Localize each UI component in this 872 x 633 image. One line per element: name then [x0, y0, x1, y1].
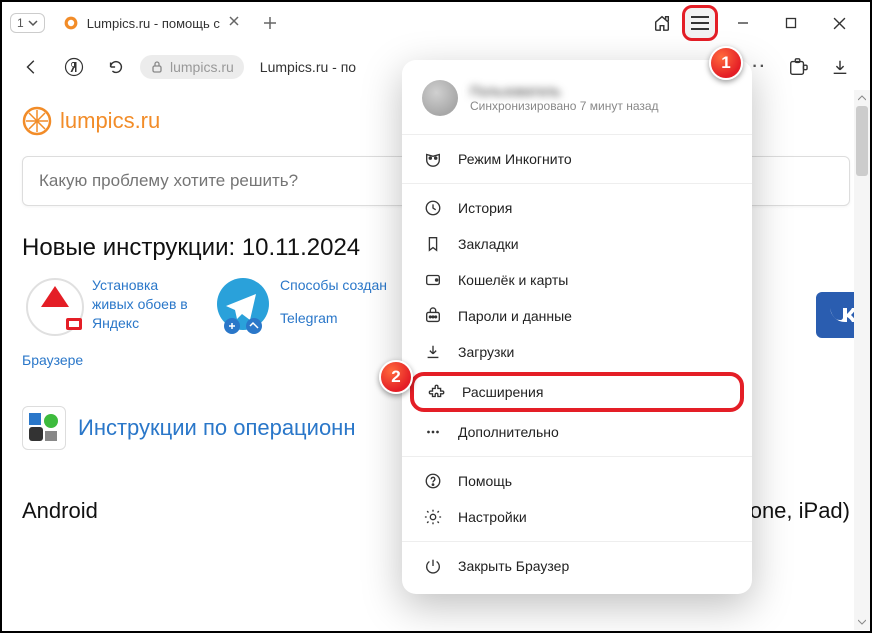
divider: [402, 541, 752, 542]
divider: [402, 183, 752, 184]
article-link-extra[interactable]: Telegram: [280, 309, 387, 328]
clock-icon: [424, 199, 442, 217]
main-menu-panel: Пользователь Синхронизировано 7 минут на…: [402, 60, 752, 594]
site-identity[interactable]: lumpics.ru: [140, 55, 244, 79]
menu-item-label: Закладки: [458, 236, 519, 252]
sidebar-toggle-button[interactable]: [644, 5, 680, 41]
orange-favicon-icon: [63, 15, 79, 31]
close-window-button[interactable]: [816, 5, 862, 41]
new-tab-button[interactable]: [256, 9, 284, 37]
callout-badge-2: 2: [379, 360, 413, 394]
wallet-icon: [424, 271, 442, 289]
menu-settings[interactable]: Настройки: [402, 499, 752, 535]
platform-android[interactable]: Android: [22, 498, 98, 524]
scroll-thumb[interactable]: [856, 106, 868, 176]
tab-count-number: 1: [17, 16, 24, 30]
menu-extensions[interactable]: Расширения: [410, 372, 744, 412]
help-icon: [424, 472, 442, 490]
key-icon: [424, 307, 442, 325]
hamburger-icon: [691, 22, 709, 24]
divider: [402, 134, 752, 135]
menu-wallet[interactable]: Кошелёк и карты: [402, 262, 752, 298]
scroll-up-icon[interactable]: [858, 94, 866, 102]
tab-title: Lumpics.ru - помощь с: [87, 16, 220, 31]
menu-help[interactable]: Помощь: [402, 463, 752, 499]
extensions-button[interactable]: [780, 49, 816, 85]
logo-text: lumpics.ru: [60, 108, 160, 134]
downloads-button[interactable]: [822, 49, 858, 85]
menu-more[interactable]: Дополнительно: [402, 414, 752, 450]
menu-passwords[interactable]: Пароли и данные: [402, 298, 752, 334]
tab-bar: 1 Lumpics.ru - помощь с: [2, 2, 870, 44]
menu-item-label: Кошелёк и карты: [458, 272, 568, 288]
lock-icon: [150, 60, 164, 74]
menu-item-label: Расширения: [462, 384, 543, 400]
article-link[interactable]: Способы создан: [280, 276, 387, 295]
os-instructions-link[interactable]: Инструкции по операционн: [78, 415, 355, 441]
power-icon: [424, 557, 442, 575]
maximize-button[interactable]: [768, 5, 814, 41]
menu-history[interactable]: История: [402, 190, 752, 226]
main-menu-button[interactable]: [682, 5, 718, 41]
mask-icon: [424, 150, 442, 168]
menu-item-label: Пароли и данные: [458, 308, 572, 324]
menu-bookmarks[interactable]: Закладки: [402, 226, 752, 262]
callout-badge-1: 1: [709, 46, 743, 80]
active-tab[interactable]: Lumpics.ru - помощь с: [53, 6, 250, 40]
dots-icon: [424, 423, 442, 441]
sync-status: Синхронизировано 7 минут назад: [470, 99, 659, 113]
menu-item-label: Закрыть Браузер: [458, 558, 569, 574]
menu-item-label: Режим Инкогнито: [458, 151, 572, 167]
article-card: Способы создан Telegram: [210, 276, 387, 338]
url-page-title: Lumpics.ru - по: [260, 59, 356, 75]
tab-count[interactable]: 1: [10, 13, 45, 33]
minimize-button[interactable]: [720, 5, 766, 41]
menu-item-label: История: [458, 200, 512, 216]
yandex-button[interactable]: [56, 49, 92, 85]
telegram-icon: [210, 276, 276, 338]
menu-item-label: Настройки: [458, 509, 527, 525]
gear-icon: [424, 508, 442, 526]
reload-button[interactable]: [98, 49, 134, 85]
menu-incognito[interactable]: Режим Инкогнито: [402, 141, 752, 177]
article-card: Установка живых обоев в Яндекс: [22, 276, 202, 338]
puzzle-icon: [428, 383, 446, 401]
menu-item-label: Дополнительно: [458, 424, 559, 440]
menu-quit[interactable]: Закрыть Браузер: [402, 548, 752, 584]
menu-item-label: Помощь: [458, 473, 512, 489]
os-multi-icon: [22, 406, 66, 450]
menu-downloads[interactable]: Загрузки: [402, 334, 752, 370]
download-icon: [424, 343, 442, 361]
vertical-scrollbar[interactable]: [854, 90, 870, 630]
bookmark-icon: [424, 235, 442, 253]
orange-logo-icon: [22, 106, 52, 136]
scroll-down-icon[interactable]: [858, 618, 866, 626]
url-host: lumpics.ru: [170, 59, 234, 75]
back-button[interactable]: [14, 49, 50, 85]
profile-name: Пользователь: [470, 83, 659, 99]
yandex-browser-icon: [22, 276, 88, 338]
avatar-icon: [422, 80, 458, 116]
article-link[interactable]: Установка живых обоев в Яндекс: [92, 276, 202, 333]
chevron-down-icon: [28, 18, 38, 28]
menu-item-label: Загрузки: [458, 344, 514, 360]
menu-profile[interactable]: Пользователь Синхронизировано 7 минут на…: [402, 70, 752, 128]
tab-close-icon[interactable]: [228, 14, 240, 32]
divider: [402, 456, 752, 457]
